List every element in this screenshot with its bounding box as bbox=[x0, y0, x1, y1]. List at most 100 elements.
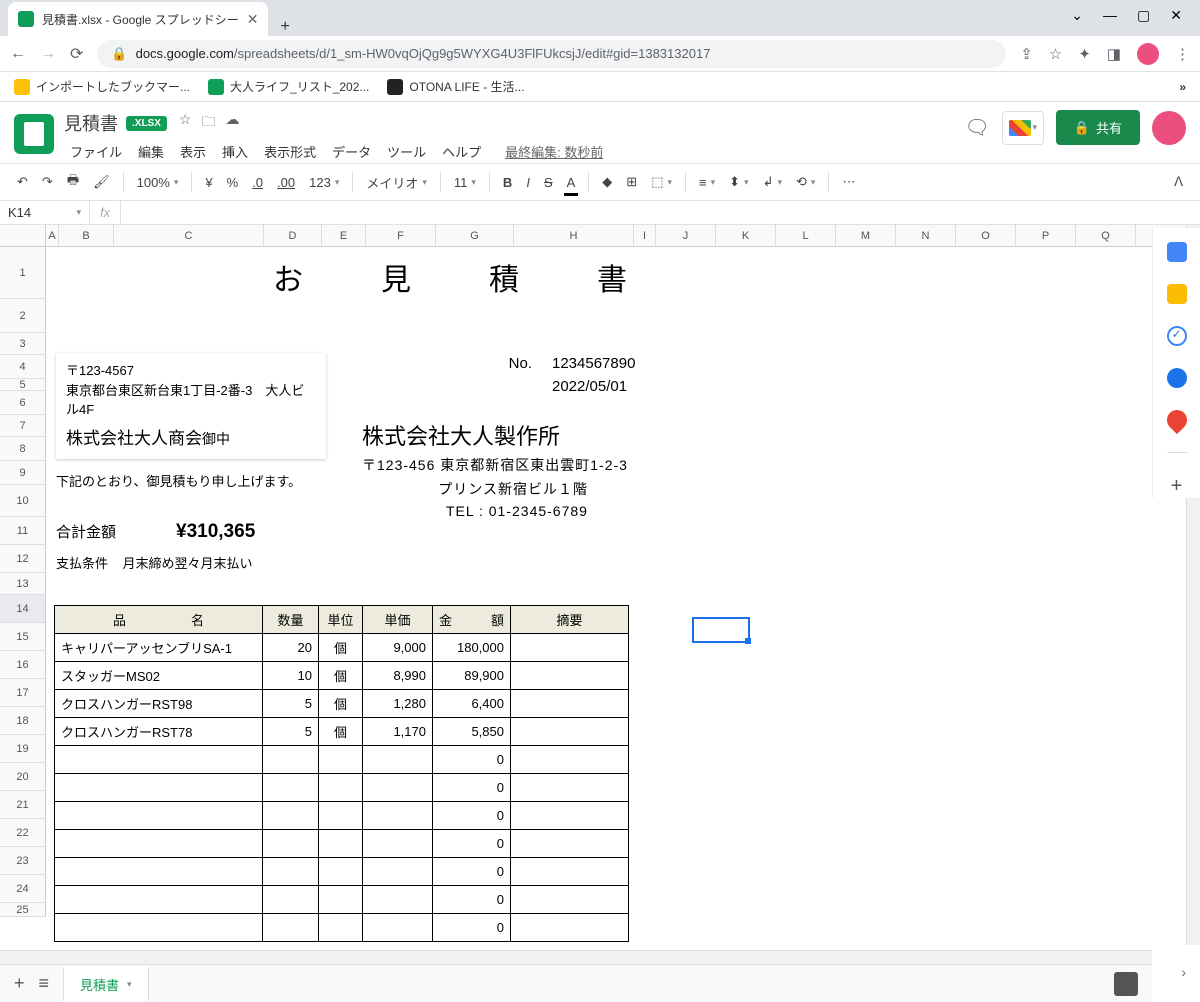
meet-button[interactable]: ▾ bbox=[1002, 111, 1044, 145]
percent-button[interactable]: % bbox=[222, 171, 244, 194]
undo-icon[interactable]: ↶ bbox=[12, 170, 33, 194]
menu-data[interactable]: データ bbox=[326, 140, 377, 163]
keep-icon[interactable] bbox=[1167, 284, 1187, 304]
back-icon[interactable]: ← bbox=[10, 45, 26, 63]
last-edit[interactable]: 最終編集: 数秒前 bbox=[499, 140, 609, 163]
fill-color-button[interactable]: ◆ bbox=[597, 170, 617, 194]
row-header[interactable]: 9 bbox=[0, 461, 46, 485]
tab-close-icon[interactable]: ✕ bbox=[247, 11, 259, 28]
bookmark-item[interactable]: 大人ライフ_リスト_202... bbox=[208, 78, 369, 95]
zoom-select[interactable]: 100% bbox=[132, 171, 184, 194]
window-dropdown-icon[interactable]: ⌄ bbox=[1071, 7, 1083, 24]
bookmark-item[interactable]: OTONA LIFE - 生活... bbox=[387, 78, 524, 95]
row-header[interactable]: 14 bbox=[0, 595, 46, 623]
share-button[interactable]: 🔒共有 bbox=[1056, 110, 1140, 145]
row-header[interactable]: 4 bbox=[0, 355, 46, 379]
row-header[interactable]: 20 bbox=[0, 763, 46, 791]
row-header[interactable]: 18 bbox=[0, 707, 46, 735]
menu-file[interactable]: ファイル bbox=[64, 140, 128, 163]
select-all-corner[interactable] bbox=[0, 225, 46, 246]
col-header[interactable]: O bbox=[956, 225, 1016, 246]
menu-insert[interactable]: 挿入 bbox=[216, 140, 254, 163]
account-avatar[interactable] bbox=[1152, 111, 1186, 145]
col-header[interactable]: C bbox=[114, 225, 264, 246]
col-header[interactable]: B bbox=[59, 225, 114, 246]
currency-button[interactable]: ¥ bbox=[200, 171, 217, 194]
row-header[interactable]: 23 bbox=[0, 847, 46, 875]
cloud-icon[interactable]: ☁ bbox=[225, 111, 239, 135]
rotate-button[interactable]: ⟲ bbox=[791, 170, 820, 194]
col-header[interactable]: J bbox=[656, 225, 716, 246]
row-header[interactable]: 21 bbox=[0, 791, 46, 819]
dec-decrease-button[interactable]: .0 bbox=[247, 171, 268, 194]
name-box[interactable]: K14▾ bbox=[0, 201, 90, 224]
move-icon[interactable]: 🗀 bbox=[201, 111, 215, 135]
profile-avatar[interactable] bbox=[1137, 43, 1159, 65]
all-sheets-icon[interactable]: ≡ bbox=[39, 973, 50, 994]
col-header[interactable]: P bbox=[1016, 225, 1076, 246]
minimize-icon[interactable]: — bbox=[1103, 7, 1117, 23]
bold-button[interactable]: B bbox=[498, 171, 517, 194]
row-header[interactable]: 2 bbox=[0, 299, 46, 333]
row-header[interactable]: 12 bbox=[0, 545, 46, 573]
valign-button[interactable]: ⬍ bbox=[724, 170, 753, 194]
add-sheet-icon[interactable]: + bbox=[14, 973, 25, 994]
reload-icon[interactable]: ⟳ bbox=[70, 44, 83, 64]
borders-button[interactable]: ⊞ bbox=[621, 170, 642, 194]
panel-icon[interactable]: ◨ bbox=[1107, 45, 1121, 63]
menu-view[interactable]: 表示 bbox=[174, 140, 212, 163]
row-header[interactable]: 15 bbox=[0, 623, 46, 651]
row-header[interactable]: 7 bbox=[0, 415, 46, 437]
format-select[interactable]: 123 bbox=[304, 171, 344, 194]
col-header[interactable]: Q bbox=[1076, 225, 1136, 246]
doc-title[interactable]: 見積書 bbox=[64, 110, 118, 136]
cells-canvas[interactable]: お 見 積 書 〒123-4567 東京都台東区新台東1丁目-2番-3 大人ビル… bbox=[46, 247, 1186, 945]
size-select[interactable]: 11 bbox=[449, 171, 481, 194]
row-header[interactable]: 10 bbox=[0, 485, 46, 517]
maximize-icon[interactable]: ▢ bbox=[1137, 7, 1150, 24]
col-header[interactable]: N bbox=[896, 225, 956, 246]
halign-button[interactable]: ≡ bbox=[694, 171, 720, 194]
menu-format[interactable]: 表示形式 bbox=[258, 140, 322, 163]
comments-icon[interactable]: 🗨 bbox=[964, 115, 989, 140]
menu-tools[interactable]: ツール bbox=[381, 140, 432, 163]
star-icon[interactable]: ☆ bbox=[1049, 45, 1062, 63]
wrap-button[interactable]: ↲ bbox=[758, 170, 787, 194]
maps-icon[interactable] bbox=[1162, 406, 1190, 434]
row-header[interactable]: 19 bbox=[0, 735, 46, 763]
horizontal-scrollbar[interactable] bbox=[0, 950, 1152, 964]
collapse-toolbar-icon[interactable]: ᐱ bbox=[1169, 170, 1188, 194]
font-select[interactable]: メイリオ bbox=[361, 169, 432, 196]
text-color-button[interactable]: A bbox=[562, 171, 581, 194]
paint-format-icon[interactable]: 🖌 bbox=[88, 170, 115, 194]
print-icon[interactable]: 🖶 bbox=[62, 167, 84, 197]
tasks-icon[interactable] bbox=[1167, 326, 1187, 346]
row-header[interactable]: 8 bbox=[0, 437, 46, 461]
row-header[interactable]: 6 bbox=[0, 391, 46, 415]
row-header[interactable]: 5 bbox=[0, 379, 46, 391]
row-header[interactable]: 16 bbox=[0, 651, 46, 679]
italic-button[interactable]: I bbox=[521, 171, 535, 194]
new-tab-button[interactable]: + bbox=[268, 18, 301, 36]
row-header[interactable]: 22 bbox=[0, 819, 46, 847]
col-header[interactable]: I bbox=[634, 225, 656, 246]
col-header[interactable]: L bbox=[776, 225, 836, 246]
browser-tab[interactable]: 見積書.xlsx - Google スプレッドシー ✕ bbox=[8, 2, 268, 36]
bookmark-item[interactable]: インポートしたブックマー... bbox=[14, 78, 190, 95]
explore-button[interactable] bbox=[1114, 972, 1138, 996]
dec-increase-button[interactable]: .00 bbox=[272, 171, 300, 194]
panel-toggle-icon[interactable]: › bbox=[1181, 964, 1186, 980]
addons-plus-icon[interactable]: + bbox=[1171, 475, 1183, 498]
col-header[interactable]: E bbox=[322, 225, 366, 246]
formula-input[interactable] bbox=[121, 201, 1200, 224]
col-header[interactable]: H bbox=[514, 225, 634, 246]
sheet-tab[interactable]: 見積書 bbox=[63, 966, 149, 1001]
more-tools-icon[interactable]: ⋯ bbox=[837, 170, 860, 194]
sheets-logo-icon[interactable] bbox=[14, 114, 54, 154]
col-header[interactable]: G bbox=[436, 225, 514, 246]
menu-help[interactable]: ヘルプ bbox=[436, 140, 487, 163]
star-doc-icon[interactable]: ☆ bbox=[179, 111, 192, 135]
col-header[interactable]: F bbox=[366, 225, 436, 246]
chrome-menu-icon[interactable]: ⋮ bbox=[1175, 45, 1190, 63]
contacts-icon[interactable] bbox=[1167, 368, 1187, 388]
